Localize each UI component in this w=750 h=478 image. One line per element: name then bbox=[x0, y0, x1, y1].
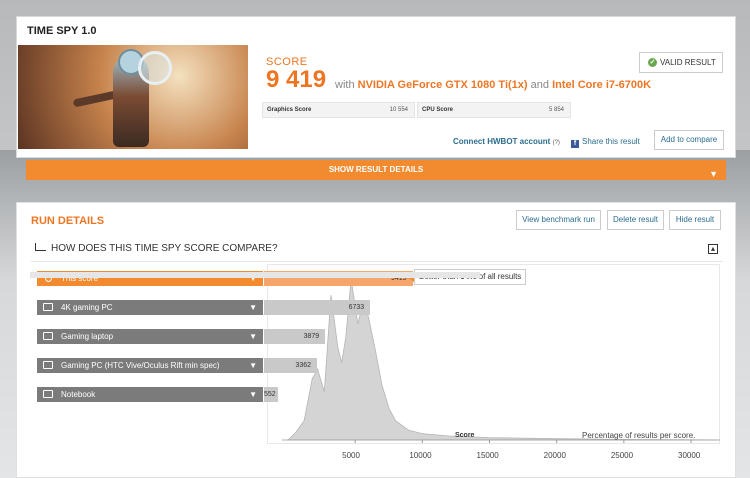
collapse-icon[interactable]: ▴ bbox=[708, 244, 718, 254]
gpu-name[interactable]: NVIDIA GeForce GTX 1080 Ti(1x) bbox=[358, 79, 528, 91]
x-tick-label: 30000 bbox=[678, 451, 701, 460]
result-card: TIME SPY 1.0 SCORE 9 419 with NVIDIA GeF… bbox=[16, 16, 736, 158]
with-text: with bbox=[335, 79, 355, 91]
distribution-chart bbox=[267, 264, 720, 444]
x-axis-label: Score bbox=[455, 432, 475, 439]
x-tick-label: 10000 bbox=[409, 451, 432, 460]
chart-icon bbox=[35, 243, 46, 251]
comparison-row-label[interactable]: Gaming laptop ▼ bbox=[37, 329, 263, 344]
run-details-card: RUN DETAILS View benchmark run Delete re… bbox=[16, 202, 736, 478]
and-text: and bbox=[530, 79, 549, 91]
graphics-score-box: Graphics Score 10 554 bbox=[262, 102, 415, 118]
compare-title-text: HOW DOES THIS TIME SPY SCORE COMPARE? bbox=[51, 243, 278, 254]
add-to-compare-button[interactable]: Add to compare bbox=[654, 130, 724, 150]
share-result-link[interactable]: f Share this result bbox=[571, 137, 640, 148]
hardware-summary: with NVIDIA GeForce GTX 1080 Ti(1x) and … bbox=[335, 79, 651, 91]
chevron-down-icon: ▼ bbox=[709, 169, 718, 179]
comparison-row-text: Notebook bbox=[61, 390, 96, 399]
comparison-bar-value: 3879 bbox=[303, 333, 320, 340]
hwbot-label: Connect HWBOT account bbox=[453, 137, 551, 146]
score-value: 9 419 bbox=[266, 66, 327, 93]
monitor-icon bbox=[43, 303, 53, 311]
chevron-down-icon[interactable]: ▼ bbox=[249, 329, 257, 344]
hero-arm bbox=[72, 90, 118, 108]
view-benchmark-run-button[interactable]: View benchmark run bbox=[516, 210, 601, 230]
cpu-name[interactable]: Intel Core i7-6700K bbox=[552, 79, 651, 91]
check-circle-icon: ✓ bbox=[648, 58, 657, 67]
comparison-row-label[interactable]: Gaming PC (HTC Vive/Oculus Rift min spec… bbox=[37, 358, 263, 373]
distribution-svg bbox=[282, 278, 720, 443]
x-tick-label: 5000 bbox=[342, 451, 360, 460]
magnifying-glass-icon bbox=[138, 51, 172, 85]
share-label: Share this result bbox=[582, 137, 640, 146]
benchmark-title: TIME SPY 1.0 bbox=[27, 25, 97, 37]
laptop-icon bbox=[43, 361, 53, 369]
chevron-down-icon[interactable]: ▼ bbox=[249, 300, 257, 315]
compare-section-title: HOW DOES THIS TIME SPY SCORE COMPARE? bbox=[35, 243, 278, 254]
help-icon[interactable]: (?) bbox=[553, 140, 560, 146]
cpu-score-box: CPU Score 5 854 bbox=[417, 102, 571, 118]
x-tick-label: 15000 bbox=[476, 451, 499, 460]
comparison-row-label[interactable]: 4K gaming PC ▼ bbox=[37, 300, 263, 315]
better-than-post: of all results bbox=[478, 272, 522, 281]
comparison-row-text: 4K gaming PC bbox=[61, 303, 113, 312]
comparison-row-label[interactable]: Notebook ▼ bbox=[37, 387, 263, 402]
comparison-row-text: Gaming PC (HTC Vive/Oculus Rift min spec… bbox=[61, 361, 220, 370]
comparison-row-text: Gaming laptop bbox=[61, 332, 114, 341]
valid-result-label: VALID RESULT bbox=[660, 58, 716, 67]
run-details-title: RUN DETAILS bbox=[31, 215, 105, 227]
delete-result-button[interactable]: Delete result bbox=[607, 210, 664, 230]
cpu-score-label: CPU Score bbox=[422, 107, 454, 113]
laptop-icon bbox=[43, 390, 53, 398]
cpu-score-value: 5 854 bbox=[548, 107, 564, 113]
divider bbox=[31, 261, 723, 262]
show-result-details-bar[interactable]: SHOW RESULT DETAILS ▼ bbox=[26, 160, 726, 180]
valid-result-badge[interactable]: ✓ VALID RESULT bbox=[639, 52, 723, 73]
hide-result-button[interactable]: Hide result bbox=[669, 210, 721, 230]
x-tick-label: 20000 bbox=[543, 451, 566, 460]
chevron-down-icon[interactable]: ▼ bbox=[249, 358, 257, 373]
comparison-bar-value: 3362 bbox=[295, 362, 312, 369]
connect-hwbot-link[interactable]: Connect HWBOT account (?) bbox=[453, 137, 560, 146]
x-tick-label: 25000 bbox=[610, 451, 634, 460]
comparison-bar-value: 6733 bbox=[348, 304, 365, 311]
scroll-footer bbox=[30, 272, 480, 278]
comparison-bar-value: 552 bbox=[264, 391, 276, 398]
chevron-down-icon[interactable]: ▼ bbox=[249, 387, 257, 402]
facebook-icon: f bbox=[571, 140, 579, 148]
benchmark-hero-image bbox=[18, 45, 248, 149]
graphics-score-value: 10 554 bbox=[389, 107, 408, 113]
graphics-score-label: Graphics Score bbox=[267, 107, 312, 113]
show-details-label: SHOW RESULT DETAILS bbox=[328, 165, 424, 174]
laptop-icon bbox=[43, 332, 53, 340]
y-axis-label: Percentage of results per score. bbox=[582, 431, 696, 440]
